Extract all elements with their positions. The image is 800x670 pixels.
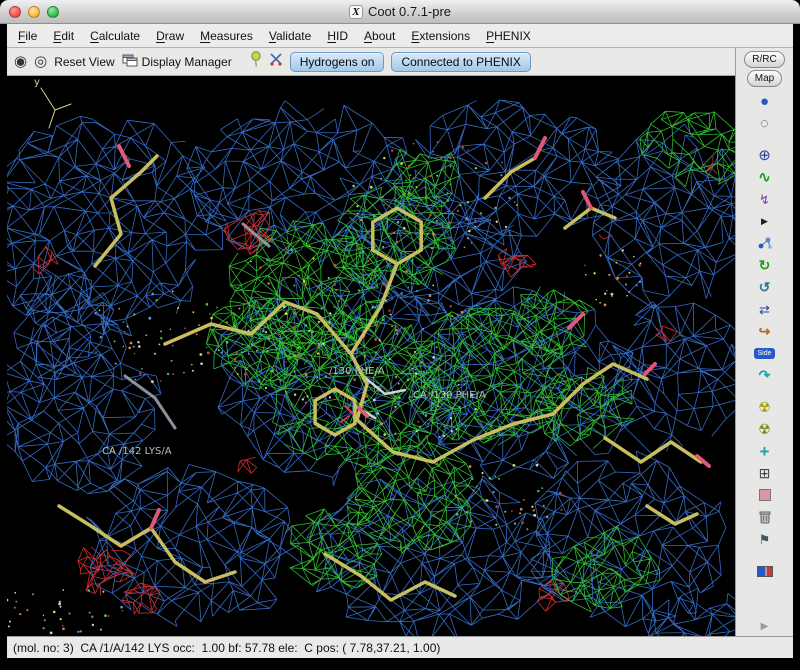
minimize-button[interactable] <box>28 6 40 18</box>
axis-y-label: y <box>34 77 40 88</box>
display-manager-icon <box>122 54 138 70</box>
body-row: ◉ ◎ Reset View Display Manager Hydrogens… <box>7 48 793 636</box>
toolbar: ◉ ◎ Reset View Display Manager Hydrogens… <box>7 48 735 76</box>
map-button[interactable]: Map <box>747 70 782 87</box>
title-bar[interactable]: X Coot 0.7.1-pre <box>0 0 800 24</box>
place-atom-icon[interactable] <box>752 484 778 506</box>
toolbar-overflow-icon[interactable]: ▶ <box>761 622 769 632</box>
residue-label: /130 PHE/A <box>329 366 385 377</box>
view-sphere-icon[interactable]: ● <box>752 90 778 112</box>
flip-peptide-icon[interactable]: ↪ <box>752 320 778 342</box>
mutate-trefoil-icon[interactable]: ☢ <box>752 396 778 418</box>
add-alt-conf-icon[interactable]: ⊞ <box>752 462 778 484</box>
menu-hid[interactable]: HID <box>319 26 356 46</box>
jiggle-arrow-icon[interactable]: ↷ <box>752 364 778 386</box>
menu-file[interactable]: File <box>10 26 45 46</box>
status-text: (mol. no: 3) CA /1/A/142 LYS occ: 1.00 b… <box>13 641 440 655</box>
delete-trash-icon[interactable] <box>752 506 778 528</box>
map-colour-swatch-icon[interactable] <box>752 560 778 582</box>
app-window: X Coot 0.7.1-pre FileEditCalculateDrawMe… <box>0 0 800 670</box>
side-chain-flip-icon[interactable]: Side <box>752 342 778 364</box>
reset-view-button[interactable]: Reset View <box>54 55 114 69</box>
menu-phenix[interactable]: PHENIX <box>478 26 539 46</box>
ring-icon[interactable]: ◎ <box>34 54 47 69</box>
scissors-icon[interactable] <box>269 52 283 71</box>
molecular-scene[interactable] <box>7 76 735 636</box>
menubar: FileEditCalculateDrawMeasuresValidateHID… <box>7 24 793 48</box>
dotted-circle-icon[interactable]: ◌ <box>752 112 778 134</box>
move-crosshair-icon[interactable]: ⊕ <box>752 144 778 166</box>
display-manager-label: Display Manager <box>142 55 232 69</box>
chi-angles-icon[interactable]: ↺ <box>752 276 778 298</box>
window-title-text: Coot 0.7.1-pre <box>368 4 451 19</box>
go-to-ligand-icon[interactable] <box>250 51 262 72</box>
window-frame: FileEditCalculateDrawMeasuresValidateHID… <box>0 24 800 670</box>
zoom-button[interactable] <box>47 6 59 18</box>
rotamer-cycle-icon[interactable]: ↻ <box>752 254 778 276</box>
close-button[interactable] <box>9 6 21 18</box>
refine-wave-icon[interactable]: ∿ <box>752 166 778 188</box>
simple-mutate-icon[interactable]: ☢ <box>752 418 778 440</box>
rrc-button[interactable]: R/RC <box>744 51 784 68</box>
menu-draw[interactable]: Draw <box>148 26 192 46</box>
canvas-area[interactable]: y /130 PHE/A CA /130 PHE/A CA /142 LYS/A <box>7 76 735 636</box>
right-column: R/RC Map ●◌⊕∿↯▶↻↺⇄↪Side↷☢☢+⊞⚑ ▶ <box>735 48 793 636</box>
refmac-flag-icon[interactable]: ⚑ <box>752 528 778 550</box>
window-controls <box>9 6 59 18</box>
bullseye-icon[interactable]: ◉ <box>14 54 27 69</box>
x11-icon: X <box>349 5 363 19</box>
phenix-status-toggle[interactable]: Connected to PHENIX <box>391 52 530 72</box>
menu-measures[interactable]: Measures <box>192 26 261 46</box>
status-bar: (mol. no: 3) CA /1/A/142 LYS occ: 1.00 b… <box>7 636 793 658</box>
menu-extensions[interactable]: Extensions <box>403 26 478 46</box>
expand-arrow-icon[interactable]: ▶ <box>752 210 778 232</box>
regularize-zigzag-icon[interactable]: ↯ <box>752 188 778 210</box>
residue-label: CA /142 LYS/A <box>102 446 172 457</box>
torsion-swap-icon[interactable]: ⇄ <box>752 298 778 320</box>
window-title: X Coot 0.7.1-pre <box>0 4 800 19</box>
hydrogens-toggle[interactable]: Hydrogens on <box>290 52 385 72</box>
menu-about[interactable]: About <box>356 26 403 46</box>
menu-validate[interactable]: Validate <box>261 26 320 46</box>
left-column: ◉ ◎ Reset View Display Manager Hydrogens… <box>7 48 735 636</box>
residue-label: CA /130 PHE/A <box>413 390 486 401</box>
menu-edit[interactable]: Edit <box>45 26 82 46</box>
right-toolbar: ●◌⊕∿↯▶↻↺⇄↪Side↷☢☢+⊞⚑ <box>752 90 778 582</box>
display-manager-button[interactable]: Display Manager <box>122 54 232 70</box>
menu-calculate[interactable]: Calculate <box>82 26 148 46</box>
add-terminal-residue-icon[interactable]: + <box>752 440 778 462</box>
molecule-icon[interactable] <box>752 232 778 254</box>
